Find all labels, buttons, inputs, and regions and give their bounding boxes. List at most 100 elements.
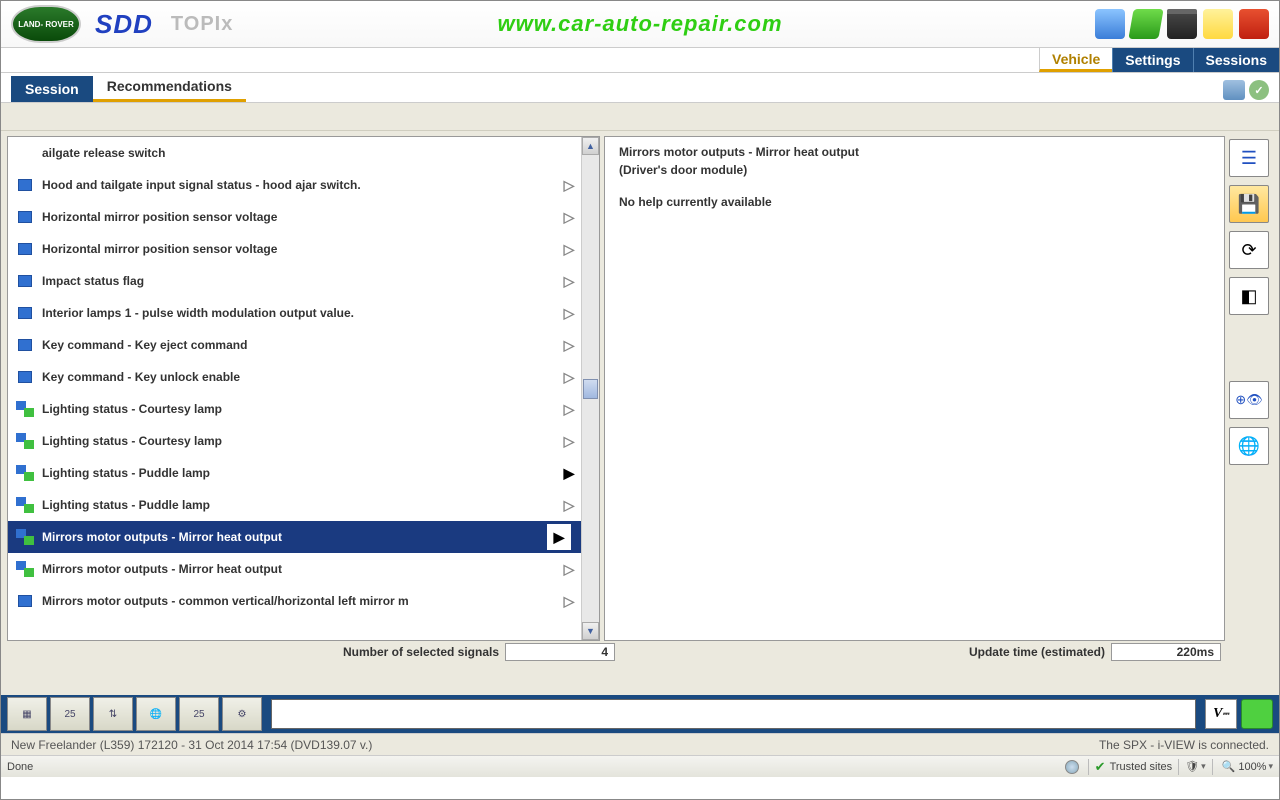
signal-row[interactable]: Horizontal mirror position sensor voltag…: [8, 233, 581, 265]
language-button[interactable]: 🌐: [1229, 427, 1269, 465]
signal-label: Mirrors motor outputs - Mirror heat outp…: [42, 562, 557, 576]
voltage-button[interactable]: V⎓: [1205, 699, 1237, 729]
monitor-icon: [18, 595, 32, 607]
sdd-logo: SDD: [95, 9, 153, 40]
signal-row[interactable]: Interior lamps 1 - pulse width modulatio…: [8, 297, 581, 329]
battery-icon[interactable]: [1241, 699, 1273, 729]
update-time-label: Update time (estimated): [625, 645, 1111, 659]
expand-arrow-icon[interactable]: ▷: [557, 593, 581, 610]
main-area: ailgate release switch Hood and tailgate …: [1, 131, 1279, 641]
signal-label: Hood and tailgate input signal status - …: [42, 178, 557, 192]
tool-4[interactable]: 🌐: [136, 697, 176, 731]
signal-row[interactable]: Lighting status - Puddle lamp▶: [8, 457, 581, 489]
tool-5[interactable]: 25: [179, 697, 219, 731]
signal-row[interactable]: Lighting status - Puddle lamp▷: [8, 489, 581, 521]
signal-label: Lighting status - Courtesy lamp: [42, 434, 557, 448]
signal-label: Key command - Key eject command: [42, 338, 557, 352]
signal-row[interactable]: Key command - Key eject command▷: [8, 329, 581, 361]
app-header: LAND- ROVER SDD TOPIx www.car-auto-repai…: [1, 1, 1279, 47]
multi-signal-icon: [18, 435, 32, 447]
save-button[interactable]: 💾: [1229, 185, 1269, 223]
signal-row[interactable]: Lighting status - Courtesy lamp▷: [8, 425, 581, 457]
nav-sessions[interactable]: Sessions: [1193, 48, 1279, 72]
signal-label: Lighting status - Puddle lamp: [42, 498, 557, 512]
trusted-sites-label[interactable]: Trusted sites: [1110, 761, 1173, 773]
signal-row[interactable]: Key command - Key unlock enable▷: [8, 361, 581, 393]
signal-row[interactable]: Mirrors motor outputs - common vertical/…: [8, 585, 581, 617]
browser-statusbar: Done ✔ Trusted sites 🛡▾ 🔍 100%▾: [1, 755, 1279, 777]
zoom-icon[interactable]: 🔍: [1222, 760, 1236, 773]
signal-row[interactable]: ailgate release switch: [8, 137, 581, 169]
expand-arrow-icon[interactable]: ▷: [557, 177, 581, 194]
expand-arrow-icon[interactable]: ▷: [557, 561, 581, 578]
tool-2[interactable]: 25: [50, 697, 90, 731]
signal-row[interactable]: Hood and tailgate input signal status - …: [8, 169, 581, 201]
signal-label: ailgate release switch: [42, 146, 557, 160]
tool-3[interactable]: ⇅: [93, 697, 133, 731]
zoom-level[interactable]: 100%: [1238, 761, 1266, 773]
signal-row[interactable]: Mirrors motor outputs - Mirror heat outp…: [8, 521, 581, 553]
check-icon: ✔: [1095, 759, 1106, 775]
nav-settings[interactable]: Settings: [1112, 48, 1192, 72]
tab-recommendations[interactable]: Recommendations: [93, 73, 246, 102]
signal-row[interactable]: Horizontal mirror position sensor voltag…: [8, 201, 581, 233]
nav-vehicle[interactable]: Vehicle: [1039, 48, 1112, 72]
signal-row[interactable]: Lighting status - Courtesy lamp▷: [8, 393, 581, 425]
scroll-track[interactable]: [582, 155, 599, 622]
signal-row[interactable]: Impact status flag▷: [8, 265, 581, 297]
scrollbar[interactable]: ▲ ▼: [581, 137, 599, 640]
expand-arrow-icon[interactable]: ▶: [547, 524, 571, 550]
expand-arrow-icon[interactable]: ▷: [557, 401, 581, 418]
detail-title: Mirrors motor outputs - Mirror heat outp…: [619, 145, 1210, 159]
done-label: Done: [7, 761, 33, 773]
money-icon[interactable]: [1128, 9, 1163, 39]
status-row: Number of selected signals 4 Update time…: [1, 641, 1279, 665]
erase-button[interactable]: ◧: [1229, 277, 1269, 315]
signal-label: Mirrors motor outputs - Mirror heat outp…: [42, 530, 545, 544]
list-view-button[interactable]: ☰: [1229, 139, 1269, 177]
expand-arrow-icon[interactable]: ▷: [557, 209, 581, 226]
selection-bar: [573, 523, 579, 551]
tab-session[interactable]: Session: [11, 76, 93, 102]
status-ok-icon[interactable]: ✓: [1249, 80, 1269, 100]
tool-1[interactable]: ▦: [7, 697, 47, 731]
expand-arrow-icon[interactable]: ▷: [557, 369, 581, 386]
camera-icon[interactable]: [1223, 80, 1245, 100]
signal-label: Lighting status - Puddle lamp: [42, 466, 557, 480]
expand-arrow-icon[interactable]: ▷: [557, 337, 581, 354]
monitor-icon: [18, 211, 32, 223]
monitor-icon: [18, 307, 32, 319]
scroll-up-button[interactable]: ▲: [582, 137, 599, 155]
signal-label: Horizontal mirror position sensor voltag…: [42, 210, 557, 224]
tool-6[interactable]: ⚙: [222, 697, 262, 731]
spacer-band: [1, 103, 1279, 131]
add-view-button[interactable]: ⊕👁: [1229, 381, 1269, 419]
internet-icon[interactable]: [1065, 760, 1079, 774]
signal-label: Horizontal mirror position sensor voltag…: [42, 242, 557, 256]
monitor-icon: [18, 275, 32, 287]
security-icon[interactable]: 🛡: [1185, 760, 1199, 773]
topix-label[interactable]: TOPIx: [171, 13, 233, 36]
signal-row[interactable]: Mirrors motor outputs - Mirror heat outp…: [8, 553, 581, 585]
connection-status: The SPX - i-VIEW is connected.: [1099, 738, 1269, 752]
signal-label: Lighting status - Courtesy lamp: [42, 402, 557, 416]
expand-arrow-icon[interactable]: ▷: [557, 433, 581, 450]
close-icon[interactable]: [1239, 9, 1269, 39]
expand-arrow-icon[interactable]: ▶: [557, 465, 581, 482]
expand-arrow-icon[interactable]: ▷: [557, 241, 581, 258]
monitor-icon: [18, 243, 32, 255]
expand-arrow-icon[interactable]: ▷: [557, 305, 581, 322]
note-icon[interactable]: [1203, 9, 1233, 39]
expand-arrow-icon[interactable]: ▷: [557, 497, 581, 514]
refresh-button[interactable]: ⟳: [1229, 231, 1269, 269]
empty-band: [1, 665, 1279, 695]
diagnostics-icon[interactable]: [1095, 9, 1125, 39]
scroll-thumb[interactable]: [583, 379, 598, 399]
calendar-icon[interactable]: [1167, 9, 1197, 39]
detail-panel: Mirrors motor outputs - Mirror heat outp…: [604, 136, 1225, 641]
scroll-down-button[interactable]: ▼: [582, 622, 599, 640]
tab-bar: Session Recommendations ✓: [1, 73, 1279, 103]
signal-list[interactable]: ailgate release switch Hood and tailgate …: [8, 137, 581, 640]
command-input[interactable]: [271, 699, 1196, 729]
expand-arrow-icon[interactable]: ▷: [557, 273, 581, 290]
